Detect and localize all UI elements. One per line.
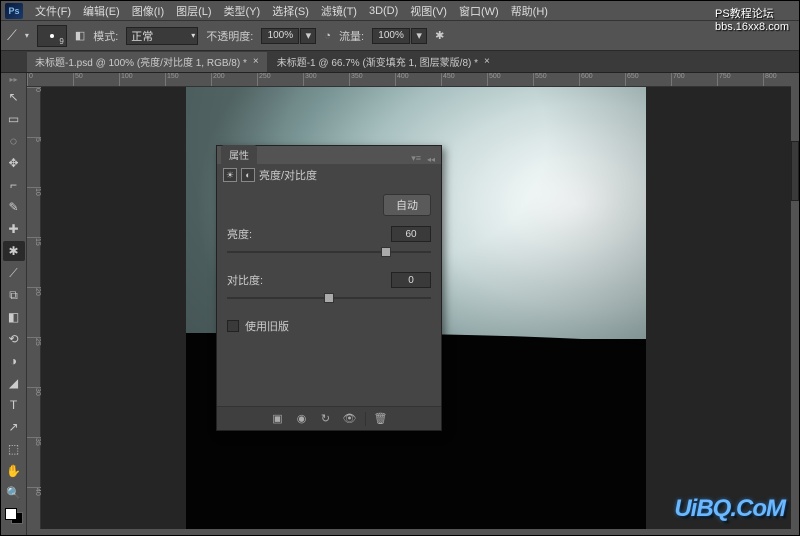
- airbrush-icon[interactable]: ✱: [435, 29, 444, 42]
- history-brush-tool[interactable]: ⧉: [3, 285, 25, 305]
- close-icon[interactable]: ×: [253, 56, 259, 67]
- crop-tool[interactable]: ⌐: [3, 175, 25, 195]
- opacity-input[interactable]: [261, 28, 299, 44]
- visibility-icon[interactable]: 👁: [341, 411, 359, 427]
- collapsed-panels[interactable]: [791, 141, 799, 201]
- panel-title: 亮度/对比度: [259, 167, 317, 183]
- reset-icon[interactable]: ↻: [317, 411, 335, 427]
- menu-edit[interactable]: 编辑(E): [77, 1, 126, 21]
- blend-mode-select[interactable]: 正常: [126, 27, 198, 45]
- menu-filter[interactable]: 滤镜(T): [315, 1, 363, 21]
- healing-tool[interactable]: ✚: [3, 219, 25, 239]
- brightness-label: 亮度:: [227, 226, 252, 242]
- color-swatches[interactable]: [5, 508, 23, 524]
- auto-button[interactable]: 自动: [383, 194, 431, 216]
- options-bar: ⟋▾ ◧ 模式: 正常 不透明度: ▾ ◔ 流量: ▾ ✱: [1, 21, 799, 51]
- menu-layer[interactable]: 图层(L): [170, 1, 217, 21]
- adjustment-icon: ☀: [223, 168, 237, 182]
- tools-panel: ▸▸ ↖ ▭ ◌ ✥ ⌐ ✎ ✚ ✱ ⟋ ⧉ ◧ ⟲ ◑ ◢ T ↗ ⬚ ✋ 🔍: [1, 73, 27, 535]
- toolbar-grip[interactable]: ▸▸: [9, 75, 17, 84]
- menu-file[interactable]: 文件(F): [29, 1, 77, 21]
- shape-tool[interactable]: ⬚: [3, 439, 25, 459]
- zoom-tool[interactable]: 🔍: [3, 483, 25, 503]
- hand-tool[interactable]: ✋: [3, 461, 25, 481]
- document-tabs: 未标题-1.psd @ 100% (亮度/对比度 1, RGB/8) * × 未标…: [1, 51, 799, 73]
- quick-select-tool[interactable]: ✥: [3, 153, 25, 173]
- legacy-label: 使用旧版: [245, 318, 289, 334]
- watermark-url: bbs.16xx8.com: [715, 21, 789, 33]
- mode-label: 模式:: [93, 28, 118, 44]
- ruler-horizontal: 0501001502002503003504004505005506006507…: [27, 73, 791, 87]
- mask-icon[interactable]: ◐: [241, 168, 255, 182]
- marquee-tool[interactable]: ▭: [3, 109, 25, 129]
- brightness-slider[interactable]: [227, 246, 431, 258]
- move-tool[interactable]: ↖: [3, 87, 25, 107]
- brush-preview[interactable]: [37, 25, 67, 47]
- menu-bar: Ps 文件(F) 编辑(E) 图像(I) 图层(L) 类型(Y) 选择(S) 滤…: [1, 1, 799, 21]
- watermark-text: PS教程论坛: [715, 8, 774, 20]
- pressure-opacity-icon[interactable]: ◔: [324, 30, 331, 42]
- menu-help[interactable]: 帮助(H): [505, 1, 554, 21]
- doc-tab-1-label: 未标题-1.psd @ 100% (亮度/对比度 1, RGB/8) *: [35, 54, 247, 69]
- menu-select[interactable]: 选择(S): [266, 1, 315, 21]
- swatch-toggle-icon[interactable]: ◧: [75, 29, 85, 42]
- dodge-tool[interactable]: ◑: [3, 351, 25, 371]
- contrast-input[interactable]: [391, 272, 431, 288]
- eraser-tool[interactable]: ◧: [3, 307, 25, 327]
- doc-tab-1[interactable]: 未标题-1.psd @ 100% (亮度/对比度 1, RGB/8) * ×: [27, 52, 267, 72]
- close-icon[interactable]: ×: [484, 56, 490, 67]
- menu-view[interactable]: 视图(V): [404, 1, 453, 21]
- panel-menu-icon[interactable]: ▾≡: [407, 153, 425, 164]
- menu-type[interactable]: 类型(Y): [218, 1, 267, 21]
- watermark-logo: UiBQ.CoM: [674, 495, 785, 523]
- properties-panel: 属性 ▾≡ ◂◂ ☀ ◐ 亮度/对比度 自动 亮度: 对比度: 使用旧版 ▣ ◉…: [216, 145, 442, 431]
- eyedropper-tool[interactable]: ✎: [3, 197, 25, 217]
- opacity-flyout[interactable]: ▾: [300, 28, 316, 44]
- brush-tool[interactable]: ✱: [3, 241, 25, 261]
- panel-collapse-icon[interactable]: ◂◂: [425, 155, 437, 164]
- path-select-tool[interactable]: ↗: [3, 417, 25, 437]
- menu-window[interactable]: 窗口(W): [453, 1, 505, 21]
- contrast-label: 对比度:: [227, 272, 263, 288]
- brush-tool-icon: ⟋: [7, 27, 17, 44]
- contrast-slider[interactable]: [227, 292, 431, 304]
- pen-tool[interactable]: ◢: [3, 373, 25, 393]
- stamp-tool[interactable]: ⟋: [3, 263, 25, 283]
- legacy-checkbox[interactable]: [227, 320, 239, 332]
- clip-icon[interactable]: ▣: [269, 411, 287, 427]
- brightness-input[interactable]: [391, 226, 431, 242]
- opacity-label: 不透明度:: [206, 28, 253, 44]
- properties-tab[interactable]: 属性: [221, 145, 257, 164]
- gradient-tool[interactable]: ⟲: [3, 329, 25, 349]
- delete-icon[interactable]: 🗑: [372, 411, 390, 427]
- doc-tab-2-label: 未标题-1 @ 66.7% (渐变填充 1, 图层蒙版/8) *: [277, 54, 478, 69]
- menu-image[interactable]: 图像(I): [126, 1, 170, 21]
- view-previous-icon[interactable]: ◉: [293, 411, 311, 427]
- ruler-vertical: 0510152025303540: [27, 87, 41, 529]
- ps-logo: Ps: [5, 3, 23, 19]
- flow-label: 流量:: [339, 28, 364, 44]
- flow-input[interactable]: [372, 28, 410, 44]
- lasso-tool[interactable]: ◌: [3, 131, 25, 151]
- doc-tab-2[interactable]: 未标题-1 @ 66.7% (渐变填充 1, 图层蒙版/8) * ×: [269, 52, 498, 72]
- menu-3d[interactable]: 3D(D): [363, 3, 404, 19]
- flow-flyout[interactable]: ▾: [411, 28, 427, 44]
- type-tool[interactable]: T: [3, 395, 25, 415]
